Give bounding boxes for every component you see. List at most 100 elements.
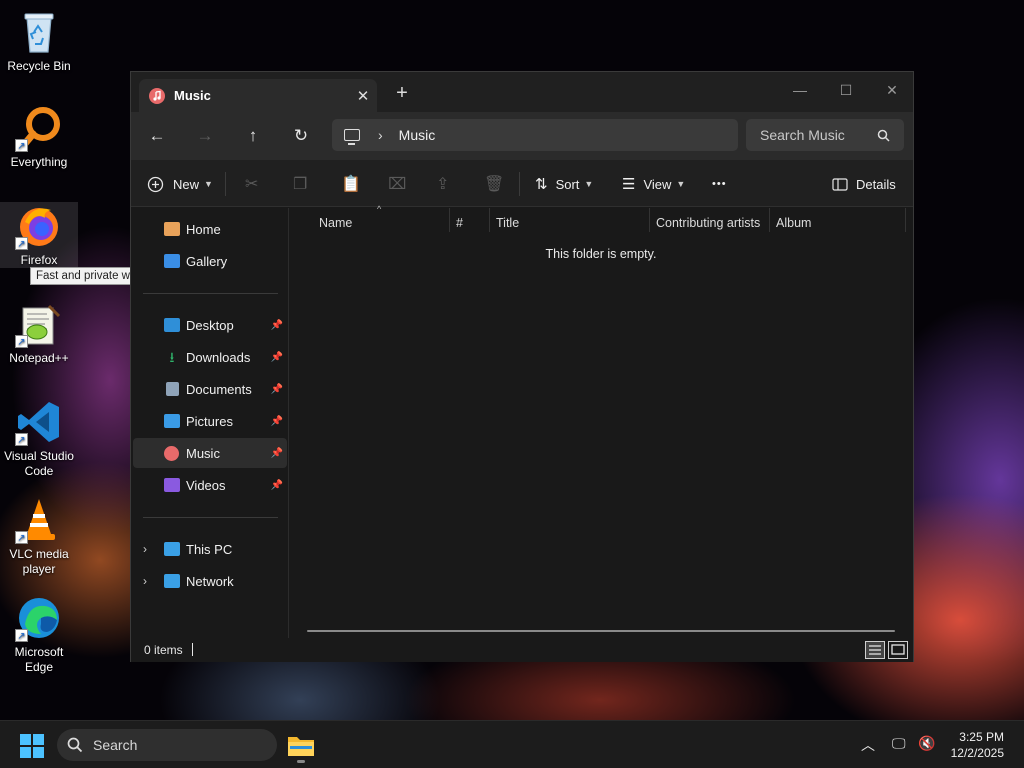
desktop-icon-vscode[interactable]: ↗ Visual Studio Code <box>0 398 78 479</box>
sidebar-divider <box>143 293 278 294</box>
paste-icon: 📋 <box>341 176 361 193</box>
maximize-button[interactable]: ☐ <box>823 76 869 104</box>
column-header-name[interactable]: Name <box>319 212 449 234</box>
sidebar-item-documents[interactable]: Documents 📌 <box>133 374 287 404</box>
sidebar-item-pictures[interactable]: Pictures 📌 <box>133 406 287 436</box>
sort-label: Sort <box>555 176 580 192</box>
desktop-icon-notepad-plus-plus[interactable]: ↗ Notepad++ <box>0 300 78 366</box>
new-button[interactable]: New ▼ <box>147 172 213 196</box>
cut-icon: ✂ <box>245 176 259 193</box>
sidebar-item-this-pc[interactable]: › This PC <box>133 534 287 564</box>
sidebar-item-downloads[interactable]: ⭳ Downloads 📌 <box>133 342 287 372</box>
pin-icon[interactable]: 📌 <box>271 480 283 491</box>
pin-icon[interactable]: 📌 <box>271 320 283 331</box>
this-pc-icon[interactable] <box>344 129 360 145</box>
rename-button[interactable]: ⌧ <box>388 172 406 196</box>
desktop-icon-everything[interactable]: ↗ Everything <box>0 104 78 170</box>
details-pane-button[interactable]: Details <box>832 172 896 196</box>
sidebar-item-gallery[interactable]: Gallery <box>133 246 287 276</box>
copy-button[interactable]: ❐ <box>293 172 307 196</box>
clock-time: 3:25 PM <box>959 730 1004 744</box>
sidebar-item-network[interactable]: › Network <box>133 566 287 596</box>
column-header-number[interactable]: # <box>456 212 488 234</box>
shortcut-arrow-icon: ↗ <box>15 629 28 642</box>
shortcut-arrow-icon: ↗ <box>15 335 28 348</box>
sidebar-item-label: Music <box>186 445 220 461</box>
column-divider[interactable] <box>449 208 450 232</box>
desktop-icon-edge[interactable]: ↗ Microsoft Edge <box>0 594 78 675</box>
details-pane-icon <box>832 177 848 191</box>
command-bar: New ▼ ✂ ❐ 📋 ⌧ ⇪ 🗑 ⇅ Sort ▼ ☰ View ▼ ••• <box>131 160 913 207</box>
sidebar-item-videos[interactable]: Videos 📌 <box>133 470 287 500</box>
up-button[interactable]: ↑ <box>241 124 265 148</box>
share-button[interactable]: ⇪ <box>436 172 449 196</box>
desktop-icon-recycle-bin[interactable]: Recycle Bin <box>0 8 78 74</box>
rename-icon: ⌧ <box>388 176 407 193</box>
tiles-view-icon <box>891 644 905 655</box>
close-tab-icon[interactable]: ✕ <box>349 87 377 105</box>
show-hidden-icons-icon[interactable]: ︿ <box>861 735 875 755</box>
new-tab-button[interactable]: + <box>390 82 414 105</box>
desktop-icon-firefox[interactable]: ↗ Firefox <box>0 202 78 268</box>
address-bar[interactable]: › Music <box>332 119 738 151</box>
details-view-button[interactable] <box>865 641 885 659</box>
sidebar-item-home[interactable]: Home <box>133 214 287 244</box>
delete-button[interactable]: 🗑 <box>484 172 504 196</box>
chevron-right-icon[interactable]: › <box>143 574 147 588</box>
column-divider[interactable] <box>905 208 906 232</box>
sidebar-item-label: Pictures <box>186 413 233 429</box>
column-divider[interactable] <box>769 208 770 232</box>
close-button[interactable]: ✕ <box>869 76 915 104</box>
sidebar-item-desktop[interactable]: Desktop 📌 <box>133 310 287 340</box>
desktop-icon-vlc[interactable]: ↗ VLC media player <box>0 496 78 577</box>
edge-icon: ↗ <box>15 594 63 642</box>
taskbar-search[interactable]: Search <box>57 729 277 761</box>
pin-icon[interactable]: 📌 <box>271 416 283 427</box>
sidebar-item-music[interactable]: Music 📌 <box>133 438 287 468</box>
column-header-title[interactable]: Title <box>496 212 648 234</box>
pin-icon[interactable]: 📌 <box>271 384 283 395</box>
item-count: 0 items <box>144 643 183 657</box>
taskbar-file-explorer[interactable] <box>287 727 315 763</box>
column-divider[interactable] <box>489 208 490 232</box>
pin-icon[interactable]: 📌 <box>271 352 283 363</box>
sort-icon: ⇅ <box>535 176 548 193</box>
chevron-right-icon[interactable]: › <box>143 542 147 556</box>
paste-button[interactable]: 📋 <box>341 172 361 196</box>
view-label: View <box>643 176 672 192</box>
start-button[interactable] <box>20 734 44 758</box>
toolbar-divider <box>225 172 226 196</box>
display-icon[interactable]: 🖵 <box>892 735 906 752</box>
music-icon <box>164 445 179 461</box>
sort-button[interactable]: ⇅ Sort ▼ <box>535 172 593 196</box>
cut-button[interactable]: ✂ <box>245 172 258 196</box>
forward-button[interactable]: → <box>193 124 217 148</box>
column-header-contributing-artists[interactable]: Contributing artists <box>656 212 768 234</box>
more-options-button[interactable]: ••• <box>712 172 727 196</box>
clock[interactable]: 3:25 PM 12/2/2025 <box>951 729 1004 761</box>
horizontal-scrollbar[interactable] <box>307 630 895 632</box>
volume-muted-icon[interactable]: 🔇 <box>918 735 935 752</box>
column-header-album[interactable]: Album <box>776 212 904 234</box>
file-list: ^ Name # Title Contributing artists Albu… <box>289 204 913 638</box>
minimize-button[interactable]: — <box>777 76 823 104</box>
sidebar-item-label: This PC <box>186 541 233 557</box>
column-header-label: Name <box>319 216 353 230</box>
back-button[interactable]: ← <box>145 124 169 148</box>
sidebar-item-label: Downloads <box>186 349 251 365</box>
shortcut-arrow-icon: ↗ <box>15 237 28 250</box>
videos-icon <box>164 478 180 492</box>
clock-date: 12/2/2025 <box>950 746 1004 760</box>
column-divider[interactable] <box>649 208 650 232</box>
search-input[interactable]: Search Music <box>746 119 904 151</box>
tab-music[interactable]: Music ✕ <box>139 79 377 112</box>
recycle-bin-icon <box>15 8 63 56</box>
view-button[interactable]: ☰ View ▼ <box>622 172 685 196</box>
chevron-right-icon[interactable]: › <box>378 127 383 143</box>
more-icon: ••• <box>712 178 727 190</box>
breadcrumb-music[interactable]: Music <box>399 127 436 143</box>
pin-icon[interactable]: 📌 <box>271 448 283 459</box>
tiles-view-button[interactable] <box>888 641 908 659</box>
desktop-icon-label: VLC media player <box>9 547 69 576</box>
refresh-button[interactable]: ↻ <box>289 124 313 148</box>
